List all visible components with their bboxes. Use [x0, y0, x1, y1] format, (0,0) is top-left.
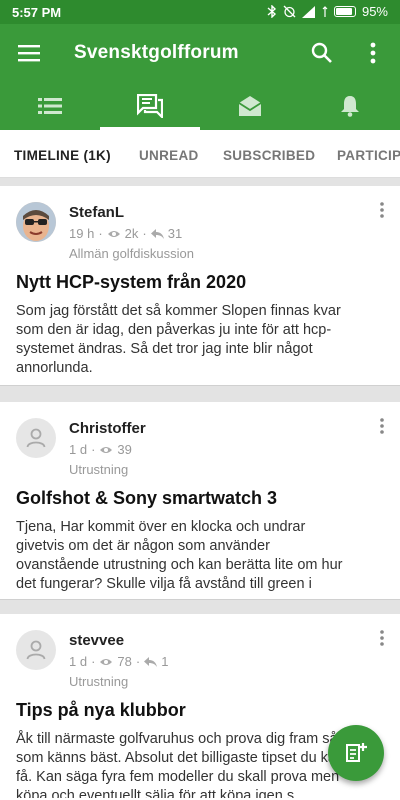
battery-level	[335, 8, 352, 15]
tab-timeline[interactable]: TIMELINE (1K)	[14, 148, 111, 163]
post-title[interactable]: Nytt HCP-system från 2020	[16, 272, 246, 293]
category-label[interactable]: Utrustning	[69, 462, 128, 477]
post-meta: 1 d · 78 · 1	[69, 654, 168, 669]
tab-notifications[interactable]	[300, 82, 400, 130]
separator-dot: ·	[91, 442, 96, 457]
new-topic-button[interactable]	[328, 725, 384, 781]
reply-icon	[150, 228, 164, 239]
topic-card[interactable]: StefanL 19 h · 2k · 31 Allmän golfdiskus…	[0, 186, 400, 386]
mail-icon	[238, 96, 262, 116]
view-count: 2k	[124, 226, 139, 241]
default-user-icon	[26, 640, 46, 660]
author-name[interactable]: stevvee	[69, 632, 124, 649]
menu-icon[interactable]	[18, 44, 40, 62]
post-excerpt: Åk till närmaste golfvaruhus och prova d…	[16, 731, 345, 798]
avatar[interactable]	[16, 418, 56, 458]
topic-card[interactable]: Christoffer 1 d · 39 Utrustning Golfshot…	[0, 402, 400, 600]
search-icon[interactable]	[310, 41, 334, 65]
tab-messages[interactable]	[200, 82, 300, 130]
eye-icon	[100, 446, 113, 453]
compose-icon	[346, 743, 367, 762]
tab-unread[interactable]: UNREAD	[139, 148, 199, 163]
separator-dot: ·	[142, 226, 147, 241]
post-time: 1 d	[69, 654, 88, 669]
post-menu-icon[interactable]	[380, 418, 384, 434]
category-label[interactable]: Utrustning	[69, 674, 128, 689]
post-menu-icon[interactable]	[380, 202, 384, 218]
alarm-off-icon	[283, 5, 296, 18]
bluetooth-icon	[267, 5, 276, 18]
app-bar: Svensktgolfforum	[0, 24, 400, 82]
post-excerpt: Som jag förstått det så kommer Slopen fi…	[16, 303, 341, 376]
post-title[interactable]: Tips på nya klubbor	[16, 700, 186, 721]
overflow-menu-icon[interactable]	[370, 42, 376, 64]
post-excerpt: Tjena, Har kommit över en klocka och und…	[16, 519, 343, 592]
tab-participated[interactable]: PARTICIPATED	[337, 148, 400, 163]
author-name[interactable]: StefanL	[69, 204, 124, 221]
separator-dot: ·	[91, 654, 96, 669]
status-bar: 5:57 PM 95%	[0, 0, 400, 24]
list-icon	[38, 98, 62, 114]
forum-icon	[137, 94, 163, 118]
separator-dot: ·	[98, 226, 103, 241]
section-tabs	[0, 82, 400, 130]
eye-icon	[107, 230, 120, 237]
post-time: 19 h	[69, 226, 95, 241]
post-title[interactable]: Golfshot & Sony smartwatch 3	[16, 488, 277, 509]
view-count: 39	[117, 442, 132, 457]
signal-icon	[301, 5, 315, 18]
category-label[interactable]: Allmän golfdiskussion	[69, 246, 194, 261]
post-time: 1 d	[69, 442, 88, 457]
filter-tabs: TIMELINE (1K) UNREAD SUBSCRIBED PARTICIP…	[0, 130, 400, 178]
bell-icon	[341, 96, 359, 117]
post-meta: 1 d · 39	[69, 442, 132, 457]
author-name[interactable]: Christoffer	[69, 420, 146, 437]
tab-categories[interactable]	[0, 82, 100, 130]
reply-count: 31	[167, 226, 183, 241]
post-meta: 19 h · 2k · 31	[69, 226, 182, 241]
reply-icon	[144, 656, 158, 667]
battery-icon	[333, 6, 356, 17]
data-arrow-icon	[322, 5, 328, 17]
reply-count: 1	[161, 654, 169, 669]
view-count: 78	[117, 654, 132, 669]
status-icons: 95%	[267, 4, 388, 19]
eye-icon	[100, 658, 113, 665]
avatar[interactable]	[16, 202, 56, 242]
separator-dot: ·	[135, 654, 141, 669]
app-title: Svensktgolfforum	[74, 42, 239, 63]
user-photo-icon	[16, 202, 56, 242]
avatar[interactable]	[16, 630, 56, 670]
status-time: 5:57 PM	[12, 5, 62, 20]
tab-topics[interactable]	[100, 82, 200, 130]
default-user-icon	[26, 428, 46, 448]
tab-subscribed[interactable]: SUBSCRIBED	[223, 148, 315, 163]
post-menu-icon[interactable]	[380, 630, 384, 646]
battery-percent: 95%	[361, 4, 388, 19]
